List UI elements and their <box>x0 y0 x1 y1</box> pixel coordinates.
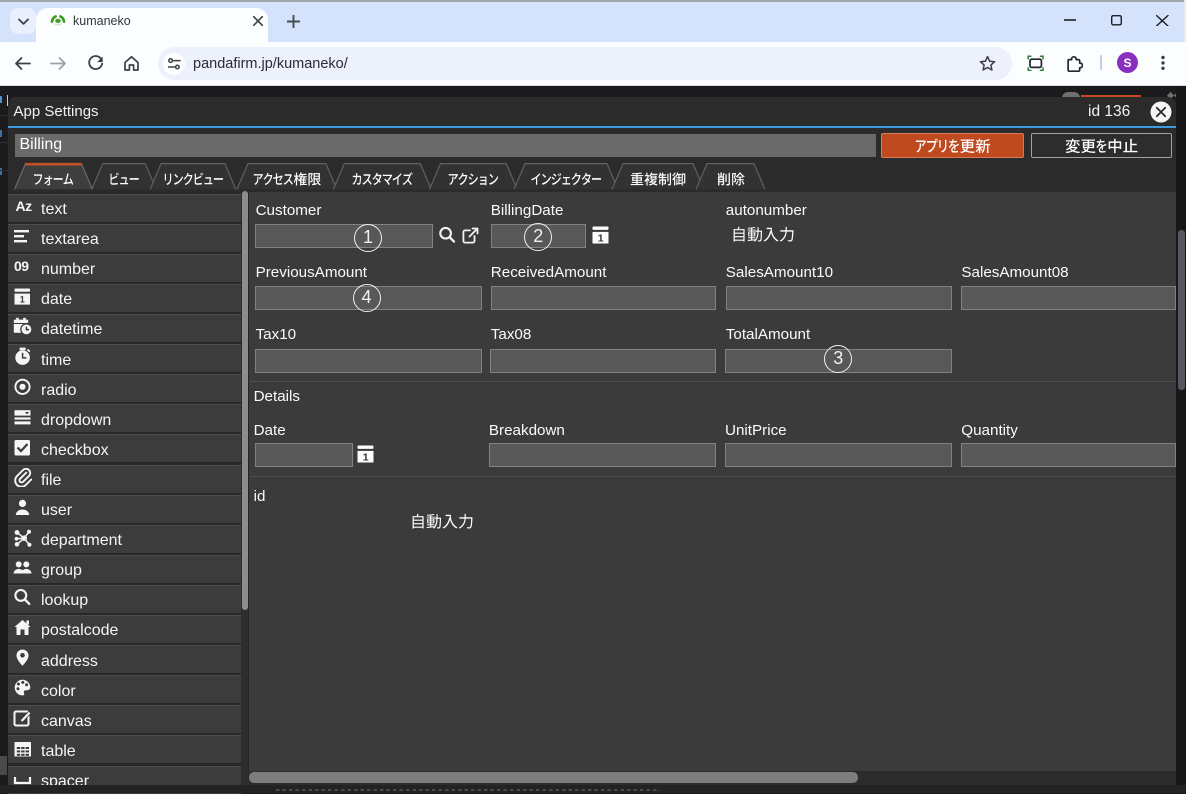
svg-text:1: 1 <box>597 232 603 244</box>
svg-text:1: 1 <box>363 451 369 463</box>
svg-text:1: 1 <box>20 295 25 305</box>
